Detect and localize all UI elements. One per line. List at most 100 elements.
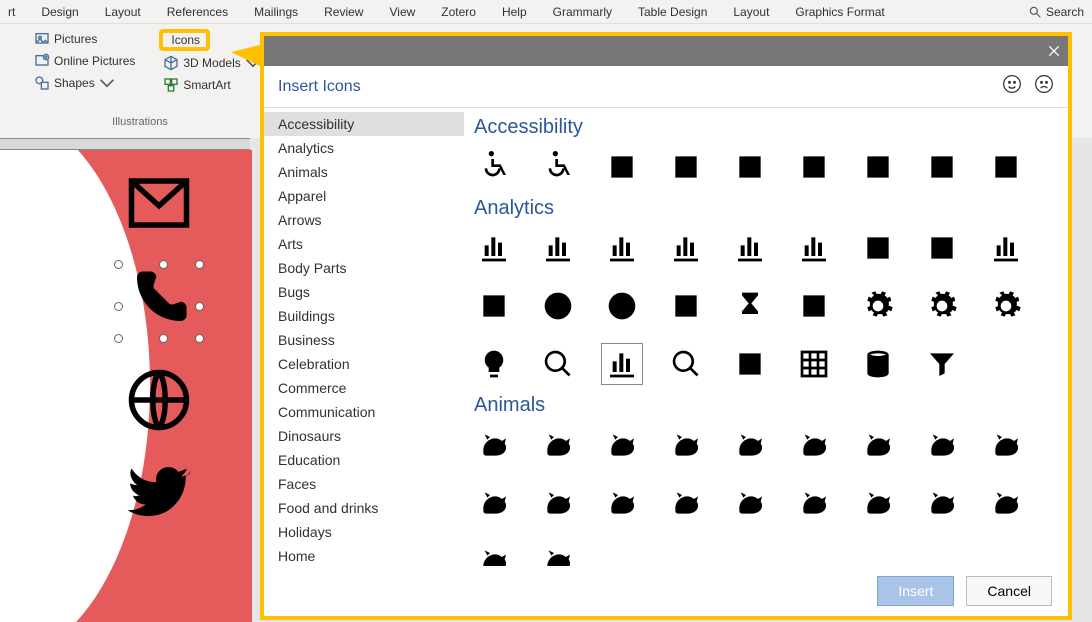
icon-sign-language[interactable] (794, 147, 834, 187)
menu-layout2[interactable]: Layout (733, 5, 769, 19)
icon-closed-caption[interactable] (730, 147, 770, 187)
category-education[interactable]: Education (264, 448, 464, 472)
icon-bar-chart[interactable] (474, 228, 514, 268)
icon-frog[interactable] (986, 425, 1026, 465)
category-animals[interactable]: Animals (264, 160, 464, 184)
icon-gears[interactable] (922, 286, 962, 326)
shapes-button[interactable]: Shapes (30, 73, 119, 93)
icon-dog[interactable] (538, 425, 578, 465)
icon-blind-cane[interactable] (666, 147, 706, 187)
menu-view[interactable]: View (389, 5, 415, 19)
icon-gear[interactable] (858, 286, 898, 326)
category-apparel[interactable]: Apparel (264, 184, 464, 208)
menu-insert[interactable]: rt (8, 5, 15, 19)
category-buildings[interactable]: Buildings (264, 304, 464, 328)
menu-graphics-format[interactable]: Graphics Format (795, 5, 884, 19)
icon-rooster[interactable] (986, 483, 1026, 523)
smile-icon[interactable] (1002, 74, 1022, 94)
category-holidays[interactable]: Holidays (264, 520, 464, 544)
category-accessibility[interactable]: Accessibility (264, 112, 464, 136)
icon-rabbit[interactable] (730, 425, 770, 465)
category-body-parts[interactable]: Body Parts (264, 256, 464, 280)
category-home[interactable]: Home (264, 544, 464, 566)
menu-zotero[interactable]: Zotero (441, 5, 476, 19)
icon-braille[interactable] (922, 147, 962, 187)
category-arts[interactable]: Arts (264, 232, 464, 256)
icon-pie-chart[interactable] (986, 228, 1026, 268)
menu-design[interactable]: Design (41, 5, 78, 19)
category-bugs[interactable]: Bugs (264, 280, 464, 304)
icon-brain-gear[interactable] (986, 286, 1026, 326)
icon-wheelchair[interactable] (474, 147, 514, 187)
icon-bat[interactable] (538, 483, 578, 523)
category-analytics[interactable]: Analytics (264, 136, 464, 160)
icon-hourglass[interactable] (730, 286, 770, 326)
close-icon[interactable] (1046, 43, 1062, 59)
icon-magnifier-chart[interactable] (602, 344, 642, 384)
menu-review[interactable]: Review (324, 5, 363, 19)
pictures-button[interactable]: Pictures (30, 29, 101, 49)
icon-tty-phone[interactable] (986, 147, 1026, 187)
icon-presentation[interactable] (858, 228, 898, 268)
icon-hummingbird[interactable] (666, 483, 706, 523)
icon-tactics-board[interactable] (730, 344, 770, 384)
icon-family-accessible[interactable] (602, 147, 642, 187)
icon-lightbulb[interactable] (474, 344, 514, 384)
icon-target[interactable] (538, 286, 578, 326)
icon-presentation-screen[interactable] (922, 228, 962, 268)
menu-help[interactable]: Help (502, 5, 527, 19)
icon-owl[interactable] (730, 483, 770, 523)
tell-me-search[interactable]: Search (1028, 5, 1084, 19)
icon-funnel[interactable] (922, 344, 962, 384)
smartart-button[interactable]: SmartArt (159, 75, 234, 95)
icon-fish[interactable] (474, 483, 514, 523)
cancel-button[interactable]: Cancel (966, 576, 1052, 606)
online-pictures-button[interactable]: Online Pictures (30, 51, 139, 71)
envelope-icon[interactable] (120, 170, 198, 236)
menu-layout[interactable]: Layout (105, 5, 141, 19)
icon-snake[interactable] (858, 425, 898, 465)
icon-bar-chart-up[interactable] (602, 228, 642, 268)
icon-line-chart-up[interactable] (730, 228, 770, 268)
icon-data-grid[interactable] (794, 344, 834, 384)
icon-goat[interactable] (538, 541, 578, 566)
icon-eye-watch[interactable] (666, 344, 706, 384)
icon-bird[interactable] (602, 483, 642, 523)
category-celebration[interactable]: Celebration (264, 352, 464, 376)
icon-magnifier[interactable] (538, 344, 578, 384)
twitter-bird-icon[interactable] (120, 463, 198, 529)
selected-phone-shape[interactable] (120, 266, 198, 337)
icon-cat[interactable] (474, 425, 514, 465)
icon-fishbowl[interactable] (602, 425, 642, 465)
menu-grammarly[interactable]: Grammarly (553, 5, 612, 19)
globe-icon[interactable] (120, 367, 198, 433)
category-dinosaurs[interactable]: Dinosaurs (264, 424, 464, 448)
icon-venn-diagram[interactable] (474, 286, 514, 326)
menu-references[interactable]: References (167, 5, 228, 19)
category-commerce[interactable]: Commerce (264, 376, 464, 400)
category-communication[interactable]: Communication (264, 400, 464, 424)
insert-button[interactable]: Insert (877, 576, 954, 606)
menu-table-design[interactable]: Table Design (638, 5, 707, 19)
icon-wheelchair-active[interactable] (538, 147, 578, 187)
icon-database[interactable] (858, 344, 898, 384)
category-arrows[interactable]: Arrows (264, 208, 464, 232)
icon-turkey[interactable] (794, 483, 834, 523)
category-business[interactable]: Business (264, 328, 464, 352)
icon-cow[interactable] (474, 541, 514, 566)
icon-crosshair[interactable] (602, 286, 642, 326)
icon-scatter-chart[interactable] (794, 228, 834, 268)
menu-mailings[interactable]: Mailings (254, 5, 298, 19)
icon-chicken[interactable] (922, 483, 962, 523)
icon-gauge[interactable] (666, 286, 706, 326)
icons-button-highlighted[interactable]: Icons (159, 29, 210, 51)
icon-duck[interactable] (858, 483, 898, 523)
icon-hamster-wheel[interactable] (666, 425, 706, 465)
category-list[interactable]: AccessibilityAnalyticsAnimalsApparelArro… (264, 108, 464, 566)
icon-low-vision[interactable] (858, 147, 898, 187)
icon-bar-chart-down[interactable] (538, 228, 578, 268)
icon-stopwatch[interactable] (794, 286, 834, 326)
frown-icon[interactable] (1034, 74, 1054, 94)
icon-turtle[interactable] (922, 425, 962, 465)
category-food-and-drinks[interactable]: Food and drinks (264, 496, 464, 520)
